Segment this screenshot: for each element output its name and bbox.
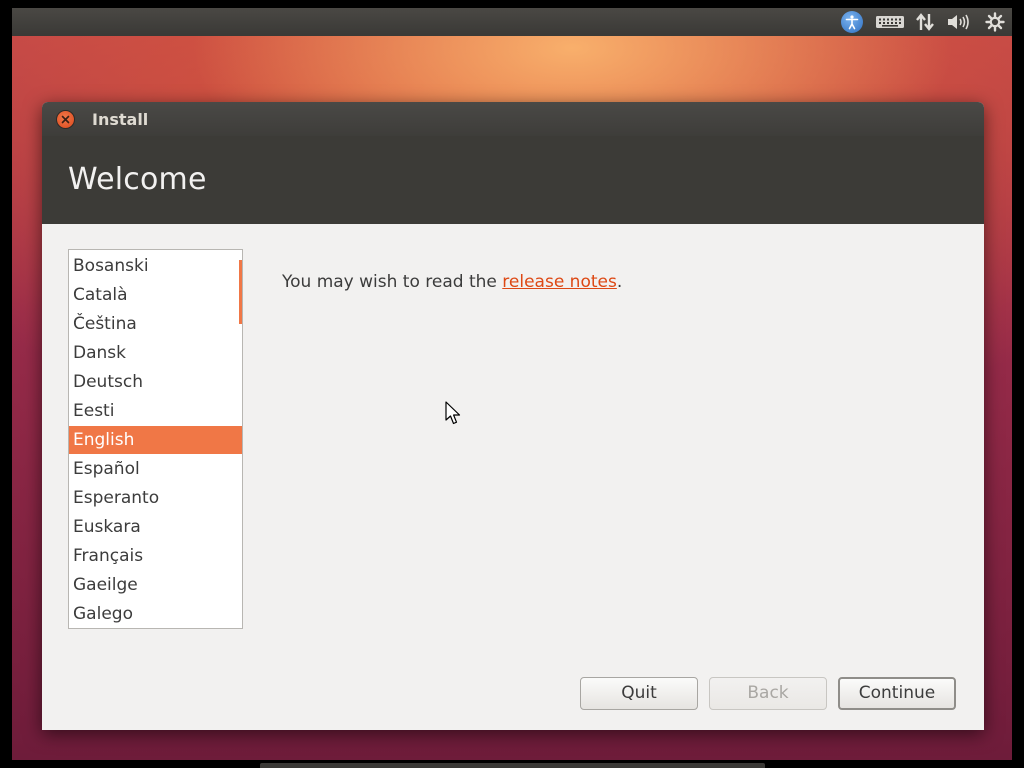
back-button[interactable]: Back [709,677,827,710]
network-icon[interactable] [912,8,938,36]
release-notes-message: You may wish to read the release notes. [282,272,622,292]
list-item[interactable]: Galego [69,600,242,628]
list-item[interactable]: Esperanto [69,484,242,512]
list-item[interactable]: Français [69,542,242,570]
list-item-selected[interactable]: English [69,426,242,454]
message-prefix: You may wish to read the [282,272,503,292]
language-list[interactable]: Bosanski Català Čeština Dansk Deutsch Ee… [68,249,243,629]
list-item[interactable]: Español [69,455,242,483]
continue-button[interactable]: Continue [838,677,956,710]
top-panel [12,8,1012,36]
settings-icon[interactable] [982,8,1008,36]
window-title: Install [92,110,149,129]
install-window: Install Welcome Bosanski Català Čeština … [42,102,984,730]
accessibility-icon[interactable] [838,8,866,36]
page-header: Welcome [42,136,984,224]
desktop: Install Welcome Bosanski Català Čeština … [12,8,1012,760]
release-notes-link[interactable]: release notes [502,272,617,292]
quit-button[interactable]: Quit [580,677,698,710]
window-titlebar[interactable]: Install [42,102,984,136]
page-title: Welcome [68,162,207,197]
list-item[interactable]: Deutsch [69,368,242,396]
list-scrollbar[interactable] [239,260,242,324]
list-item[interactable]: Eesti [69,397,242,425]
list-item[interactable]: Euskara [69,513,242,541]
close-icon [61,115,70,124]
list-item[interactable]: Dansk [69,339,242,367]
message-suffix: . [616,272,623,292]
mouse-cursor-icon [445,401,461,425]
list-item[interactable]: Čeština [69,310,242,338]
volume-icon[interactable] [944,8,972,36]
keyboard-icon[interactable] [874,8,906,36]
list-item[interactable]: Gaeilge [69,571,242,599]
close-button[interactable] [56,110,75,129]
bottom-edge [260,763,765,768]
list-item[interactable]: Bosanski [69,252,242,280]
list-item[interactable]: Català [69,281,242,309]
